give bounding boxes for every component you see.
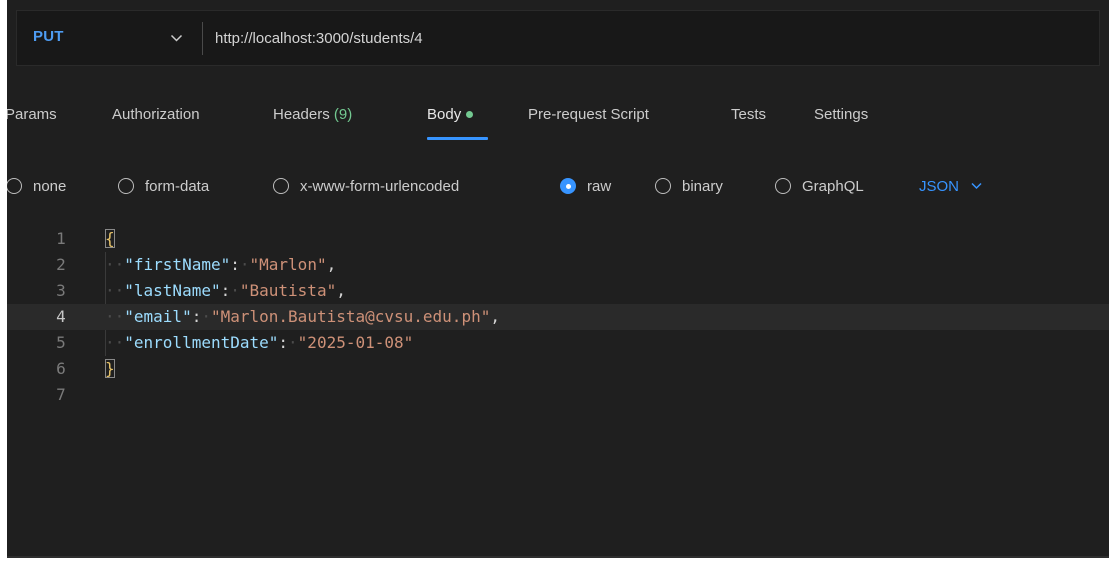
json-key: "email" [124, 307, 192, 326]
raw-format-select[interactable]: JSON [919, 174, 982, 198]
code-line: 7 [7, 382, 1109, 408]
json-value: "Marlon" [249, 255, 327, 274]
indent-whitespace: ·· [105, 255, 125, 274]
panel-bottom-border [7, 556, 1109, 558]
radio-button-icon [775, 178, 791, 194]
whitespace-dot: · [230, 281, 240, 300]
code-line: 6 } [7, 356, 1109, 382]
code-line: 1 { [7, 226, 1109, 252]
tab-body-label: Body [427, 106, 462, 123]
indent-whitespace: ·· [105, 281, 125, 300]
line-number: 7 [56, 385, 66, 404]
headers-count-badge: (9) [333, 106, 353, 123]
json-value: "Bautista" [239, 281, 337, 300]
code-content: } [105, 356, 115, 382]
url-input[interactable] [215, 26, 1075, 50]
code-line: 2 ··"firstName":·"Marlon", [7, 252, 1109, 278]
radio-graphql[interactable]: GraphQL [775, 174, 864, 198]
code-content: ··"email":·"Marlon.Bautista@cvsu.edu.ph"… [105, 304, 500, 330]
http-method-select[interactable]: PUT [33, 28, 64, 45]
whitespace-dot: · [239, 255, 250, 274]
line-number: 4 [56, 307, 66, 326]
radio-selected-icon [560, 178, 576, 194]
chevron-down-icon[interactable] [170, 33, 183, 43]
code-line: 5 ··"enrollmentDate":·"2025-01-08" [7, 330, 1109, 356]
indent-whitespace: ·· [105, 333, 125, 352]
code-editor[interactable]: 1 { 2 ··"firstName":·"Marlon", 3 ··"last… [7, 226, 1109, 466]
json-value: "Marlon.Bautista@cvsu.edu.ph" [210, 307, 491, 326]
json-colon: : [278, 333, 289, 352]
radio-raw[interactable]: raw [560, 174, 611, 198]
radio-button-icon [7, 178, 22, 194]
json-comma: , [336, 281, 346, 300]
json-key: "lastName" [124, 281, 221, 300]
request-bar: PUT [16, 10, 1100, 66]
radio-x-www-form-urlencoded[interactable]: x-www-form-urlencoded [273, 174, 459, 198]
radio-form-data[interactable]: form-data [118, 174, 209, 198]
postman-request-editor: PUT Params Authorization Headers (9) Bod… [7, 0, 1109, 558]
radio-button-icon [273, 178, 289, 194]
tab-headers-label: Headers [273, 106, 330, 123]
tab-tests[interactable]: Tests [731, 106, 766, 123]
json-close-brace: } [105, 359, 115, 378]
code-content: { [105, 226, 115, 252]
body-modified-dot-icon [466, 110, 474, 118]
whitespace-dot: · [288, 333, 298, 352]
line-number: 3 [56, 281, 66, 300]
json-colon: : [191, 307, 202, 326]
json-colon: : [220, 281, 231, 300]
json-comma: , [490, 307, 500, 326]
radio-button-icon [118, 178, 134, 194]
code-line: 3 ··"lastName":·"Bautista", [7, 278, 1109, 304]
raw-format-label: JSON [919, 177, 960, 195]
json-key: "enrollmentDate" [124, 333, 279, 352]
whitespace-dot: · [201, 307, 211, 326]
json-key: "firstName" [124, 255, 231, 274]
tab-pre-request-script[interactable]: Pre-request Script [528, 106, 649, 123]
body-type-selector: none form-data x-www-form-urlencoded raw… [7, 168, 1109, 204]
indent-whitespace: ·· [105, 307, 125, 326]
code-line-current: 4 ··"email":·"Marlon.Bautista@cvsu.edu.p… [7, 304, 1109, 330]
request-tabs: Params Authorization Headers (9) Body Pr… [7, 98, 1109, 142]
chevron-down-icon [971, 182, 982, 190]
radio-label: raw [587, 177, 612, 195]
url-divider [202, 22, 203, 55]
json-colon: : [230, 255, 240, 274]
radio-label: binary [682, 177, 723, 195]
code-content: ··"enrollmentDate":·"2025-01-08" [105, 330, 413, 356]
radio-label: GraphQL [802, 177, 864, 195]
active-tab-indicator [427, 137, 488, 140]
json-comma: , [326, 255, 337, 274]
json-value: "2025-01-08" [297, 333, 414, 352]
radio-binary[interactable]: binary [655, 174, 723, 198]
line-number: 6 [56, 359, 66, 378]
line-number: 1 [56, 229, 66, 248]
tab-authorization[interactable]: Authorization [112, 106, 200, 123]
code-content: ··"firstName":·"Marlon", [105, 252, 336, 278]
tab-body[interactable]: Body [427, 106, 474, 123]
json-open-brace: { [105, 229, 115, 248]
tab-headers[interactable]: Headers (9) [273, 106, 352, 123]
radio-label: none [33, 177, 67, 195]
line-number: 5 [56, 333, 66, 352]
radio-label: form-data [145, 177, 210, 195]
line-number: 2 [56, 255, 66, 274]
code-content: ··"lastName":·"Bautista", [105, 278, 346, 304]
radio-none[interactable]: none [7, 174, 66, 198]
tab-settings[interactable]: Settings [814, 106, 868, 123]
radio-label: x-www-form-urlencoded [300, 177, 460, 195]
radio-button-icon [655, 178, 671, 194]
tab-params[interactable]: Params [7, 106, 57, 123]
